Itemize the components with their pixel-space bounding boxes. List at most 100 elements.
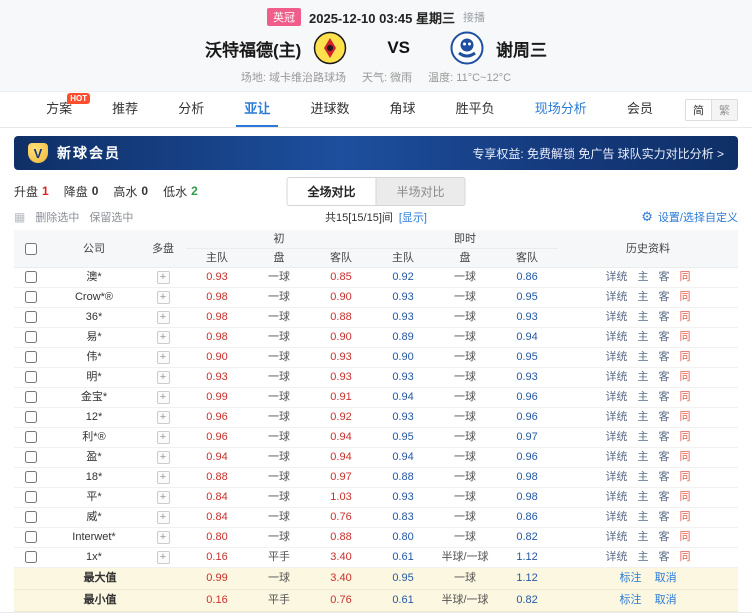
tab-recommend[interactable]: 推荐: [104, 92, 146, 127]
expand-odds-button[interactable]: +: [157, 331, 170, 344]
row-checkbox[interactable]: [25, 551, 37, 563]
history-away-link[interactable]: 客: [659, 351, 670, 363]
delete-selected-link[interactable]: 删除选中: [35, 209, 79, 225]
company-name[interactable]: 36*: [48, 308, 140, 328]
history-home-link[interactable]: 主: [638, 471, 649, 483]
league-badge[interactable]: 英冠: [267, 8, 301, 26]
show-link[interactable]: [显示]: [399, 209, 427, 225]
filter-drop[interactable]: 降盘 0: [64, 183, 99, 200]
history-away-link[interactable]: 客: [659, 331, 670, 343]
row-checkbox[interactable]: [25, 451, 37, 463]
expand-odds-button[interactable]: +: [157, 391, 170, 404]
expand-odds-button[interactable]: +: [157, 371, 170, 384]
history-detail-link[interactable]: 详统: [606, 371, 628, 383]
filter-rise[interactable]: 升盘 1: [14, 183, 49, 200]
company-name[interactable]: 平*: [48, 488, 140, 508]
history-home-link[interactable]: 主: [638, 411, 649, 423]
expand-odds-button[interactable]: +: [157, 431, 170, 444]
expand-odds-button[interactable]: +: [157, 291, 170, 304]
history-home-link[interactable]: 主: [638, 351, 649, 363]
history-home-link[interactable]: 主: [638, 511, 649, 523]
history-away-link[interactable]: 客: [659, 371, 670, 383]
history-detail-link[interactable]: 详统: [606, 391, 628, 403]
company-name[interactable]: 利*®: [48, 428, 140, 448]
row-checkbox[interactable]: [25, 371, 37, 383]
company-name[interactable]: 1x*: [48, 548, 140, 568]
select-all-checkbox[interactable]: [25, 243, 37, 255]
tab-analysis[interactable]: 分析: [170, 92, 212, 127]
tab-asian-handicap[interactable]: 亚让: [236, 92, 278, 127]
history-away-link[interactable]: 客: [659, 491, 670, 503]
lang-traditional-button[interactable]: 繁: [711, 100, 737, 120]
cancel-link[interactable]: 取消: [655, 572, 677, 584]
expand-odds-button[interactable]: +: [157, 491, 170, 504]
history-away-link[interactable]: 客: [659, 511, 670, 523]
lang-simplified-button[interactable]: 简: [686, 100, 711, 120]
expand-odds-button[interactable]: +: [157, 531, 170, 544]
history-home-link[interactable]: 主: [638, 331, 649, 343]
row-checkbox[interactable]: [25, 411, 37, 423]
row-checkbox[interactable]: [25, 311, 37, 323]
row-checkbox[interactable]: [25, 431, 37, 443]
history-same-link[interactable]: 同: [680, 551, 691, 563]
history-away-link[interactable]: 客: [659, 451, 670, 463]
company-name[interactable]: 18*: [48, 468, 140, 488]
full-match-toggle[interactable]: 全场对比: [286, 177, 376, 206]
tab-goals[interactable]: 进球数: [302, 92, 357, 127]
tab-corners[interactable]: 角球: [382, 92, 424, 127]
filter-high-water[interactable]: 高水 0: [113, 183, 148, 200]
history-detail-link[interactable]: 详统: [606, 411, 628, 423]
mark-link[interactable]: 标注: [620, 594, 642, 606]
company-name[interactable]: 盈*: [48, 448, 140, 468]
history-away-link[interactable]: 客: [659, 311, 670, 323]
row-checkbox[interactable]: [25, 471, 37, 483]
history-home-link[interactable]: 主: [638, 451, 649, 463]
history-detail-link[interactable]: 详统: [606, 511, 628, 523]
history-detail-link[interactable]: 详统: [606, 271, 628, 283]
history-away-link[interactable]: 客: [659, 271, 670, 283]
filter-low-water[interactable]: 低水 2: [163, 183, 198, 200]
expand-odds-button[interactable]: +: [157, 471, 170, 484]
history-same-link[interactable]: 同: [680, 471, 691, 483]
history-home-link[interactable]: 主: [638, 311, 649, 323]
history-away-link[interactable]: 客: [659, 291, 670, 303]
half-match-toggle[interactable]: 半场对比: [377, 177, 466, 206]
history-home-link[interactable]: 主: [638, 531, 649, 543]
history-home-link[interactable]: 主: [638, 491, 649, 503]
history-same-link[interactable]: 同: [680, 451, 691, 463]
history-same-link[interactable]: 同: [680, 371, 691, 383]
expand-odds-button[interactable]: +: [157, 411, 170, 424]
cancel-link[interactable]: 取消: [655, 594, 677, 606]
tab-live-analysis[interactable]: 现场分析: [527, 92, 595, 127]
history-same-link[interactable]: 同: [680, 511, 691, 523]
company-name[interactable]: 明*: [48, 368, 140, 388]
settings-link[interactable]: 设置/选择自定义: [658, 209, 738, 225]
history-detail-link[interactable]: 详统: [606, 531, 628, 543]
history-detail-link[interactable]: 详统: [606, 551, 628, 563]
company-name[interactable]: 12*: [48, 408, 140, 428]
company-name[interactable]: 威*: [48, 508, 140, 528]
history-home-link[interactable]: 主: [638, 551, 649, 563]
history-detail-link[interactable]: 详统: [606, 471, 628, 483]
history-same-link[interactable]: 同: [680, 531, 691, 543]
history-home-link[interactable]: 主: [638, 371, 649, 383]
row-checkbox[interactable]: [25, 291, 37, 303]
history-home-link[interactable]: 主: [638, 391, 649, 403]
row-checkbox[interactable]: [25, 271, 37, 283]
history-home-link[interactable]: 主: [638, 291, 649, 303]
mark-link[interactable]: 标注: [620, 572, 642, 584]
history-same-link[interactable]: 同: [680, 331, 691, 343]
keep-selected-link[interactable]: 保留选中: [89, 209, 133, 225]
history-same-link[interactable]: 同: [680, 271, 691, 283]
broadcast-link[interactable]: 接播: [463, 9, 485, 25]
history-away-link[interactable]: 客: [659, 551, 670, 563]
history-away-link[interactable]: 客: [659, 531, 670, 543]
history-same-link[interactable]: 同: [680, 431, 691, 443]
expand-odds-button[interactable]: +: [157, 511, 170, 524]
history-home-link[interactable]: 主: [638, 431, 649, 443]
history-away-link[interactable]: 客: [659, 471, 670, 483]
history-detail-link[interactable]: 详统: [606, 491, 628, 503]
history-same-link[interactable]: 同: [680, 391, 691, 403]
history-detail-link[interactable]: 详统: [606, 431, 628, 443]
history-detail-link[interactable]: 详统: [606, 351, 628, 363]
